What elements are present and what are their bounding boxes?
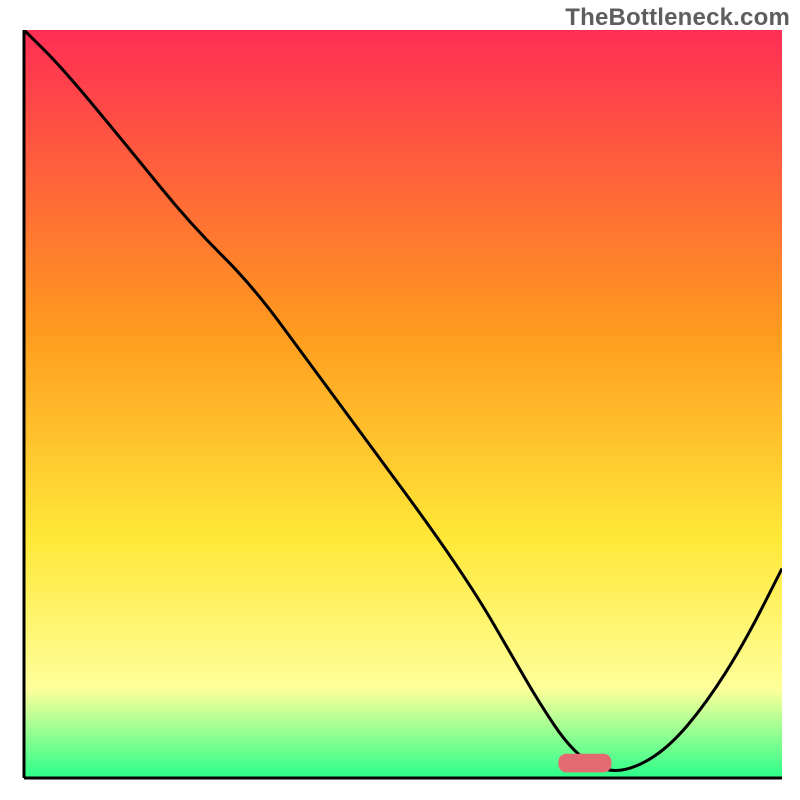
gradient-background	[24, 30, 782, 778]
chart-container: TheBottleneck.com	[0, 0, 800, 800]
watermark-label: TheBottleneck.com	[565, 4, 790, 32]
optimal-range-marker	[558, 754, 611, 773]
bottleneck-chart	[0, 0, 800, 800]
